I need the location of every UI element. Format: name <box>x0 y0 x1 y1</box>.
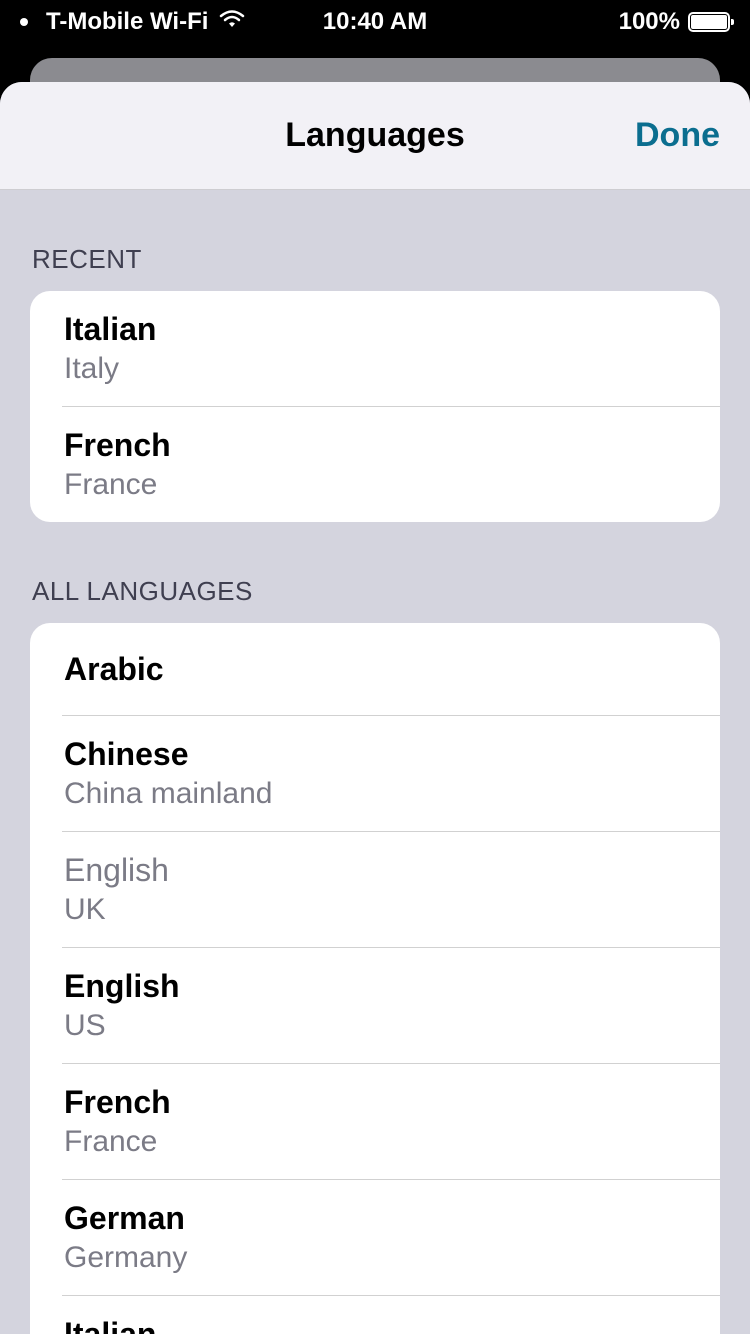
language-row[interactable]: FrenchFrance <box>62 407 720 522</box>
language-row[interactable]: EnglishUS <box>62 948 720 1064</box>
language-region: Germany <box>64 1238 688 1277</box>
language-name: Italian <box>64 309 688 349</box>
done-button[interactable]: Done <box>635 116 720 155</box>
language-region: US <box>64 1006 688 1045</box>
wifi-icon <box>218 8 246 36</box>
modal-header: Languages Done <box>0 82 750 190</box>
language-name: English <box>64 850 688 890</box>
languages-modal: Languages Done RECENT ItalianItalyFrench… <box>0 82 750 1334</box>
language-region: China mainland <box>64 774 688 813</box>
status-right: 100% <box>619 8 730 36</box>
language-name: French <box>64 425 688 465</box>
language-name: English <box>64 966 688 1006</box>
language-row[interactable]: Arabic <box>62 623 720 716</box>
language-row[interactable]: FrenchFrance <box>62 1064 720 1180</box>
language-name: Chinese <box>64 734 688 774</box>
status-bar: T-Mobile Wi-Fi 10:40 AM 100% <box>0 0 750 44</box>
language-name: Italian <box>64 1314 688 1334</box>
language-name: French <box>64 1082 688 1122</box>
language-name: Arabic <box>64 649 688 689</box>
all-languages-list: ArabicChineseChina mainlandEnglishUKEngl… <box>30 623 720 1334</box>
content-scroll[interactable]: RECENT ItalianItalyFrenchFrance ALL LANG… <box>0 190 750 1334</box>
battery-icon <box>688 12 730 32</box>
status-time: 10:40 AM <box>323 8 427 36</box>
section-header-all: ALL LANGUAGES <box>0 522 750 623</box>
language-row[interactable]: ChineseChina mainland <box>62 716 720 832</box>
language-name: German <box>64 1198 688 1238</box>
section-header-recent: RECENT <box>0 190 750 291</box>
recent-list: ItalianItalyFrenchFrance <box>30 291 720 522</box>
page-title: Languages <box>285 116 464 155</box>
status-left: T-Mobile Wi-Fi <box>20 8 246 36</box>
status-dot-icon <box>20 18 28 26</box>
language-region: Italy <box>64 349 688 388</box>
language-region: France <box>64 465 688 504</box>
language-row[interactable]: ItalianItaly <box>62 1296 720 1334</box>
battery-percent: 100% <box>619 8 680 36</box>
language-region: France <box>64 1122 688 1161</box>
language-row[interactable]: GermanGermany <box>62 1180 720 1296</box>
carrier-label: T-Mobile Wi-Fi <box>46 8 208 36</box>
language-row[interactable]: EnglishUK <box>62 832 720 948</box>
language-row[interactable]: ItalianItaly <box>62 291 720 407</box>
language-region: UK <box>64 890 688 929</box>
